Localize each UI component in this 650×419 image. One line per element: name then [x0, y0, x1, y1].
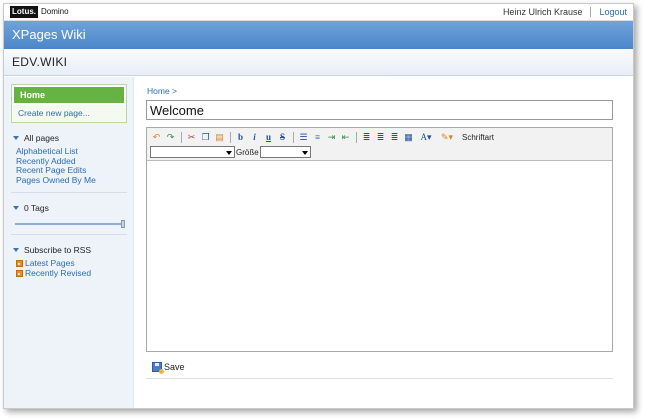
tags-heading: 0 Tags: [24, 203, 49, 213]
outdent-icon[interactable]: ⇤: [339, 131, 352, 143]
user-area: Heinz Ulrich Krause Logout: [503, 7, 627, 17]
toolbar-separator: [293, 131, 294, 143]
rss-icon: [16, 260, 23, 268]
toolbar-row-2: Größe: [150, 146, 609, 158]
chevron-down-icon: [301, 151, 308, 155]
align-left-icon[interactable]: ≣: [360, 131, 373, 143]
tag-cloud-slider[interactable]: [15, 220, 125, 228]
copy-icon[interactable]: ❐: [199, 131, 212, 143]
bold-icon[interactable]: b: [234, 131, 247, 143]
breadcrumb[interactable]: Home >: [147, 86, 619, 96]
toolbar-separator: [230, 131, 231, 143]
logo-domino: Domino: [41, 7, 69, 16]
nav-home[interactable]: Home: [14, 87, 124, 103]
browser-window: Lotus. Domino Heinz Ulrich Krause Logout…: [3, 3, 634, 409]
rss-heading: Subscribe to RSS: [24, 245, 92, 255]
font-label: Schriftart: [462, 132, 495, 142]
nav-box: Home Create new page...: [11, 84, 127, 123]
font-select[interactable]: [150, 146, 235, 158]
size-label: Größe: [236, 147, 259, 157]
undo-icon[interactable]: ↶: [150, 131, 163, 143]
triangle-down-icon: [13, 248, 19, 252]
database-title: EDV.WIKI: [4, 49, 633, 76]
size-select[interactable]: [259, 146, 311, 158]
slider-track: [15, 223, 123, 225]
rss-icon: [16, 269, 23, 277]
all-pages-links: Alphabetical List Recently Added Recent …: [11, 146, 127, 186]
numbered-list-icon[interactable]: ☰: [297, 131, 310, 143]
tags-section: 0 Tags: [11, 203, 127, 235]
save-button[interactable]: Save: [152, 361, 185, 374]
tags-toggle[interactable]: 0 Tags: [11, 203, 127, 213]
user-name: Heinz Ulrich Krause: [502, 7, 583, 17]
lotus-domino-logo: Lotus. Domino: [10, 6, 72, 18]
indent-icon[interactable]: ⇥: [325, 131, 338, 143]
cut-icon[interactable]: ✂: [185, 131, 198, 143]
logout-link[interactable]: Logout: [599, 7, 627, 17]
slider-handle[interactable]: [121, 220, 125, 228]
strikethrough-icon[interactable]: S: [276, 131, 289, 143]
rss-toggle[interactable]: Subscribe to RSS: [11, 245, 127, 255]
text-color-icon[interactable]: A▾: [416, 131, 436, 143]
triangle-down-icon: [13, 206, 19, 210]
top-bar: Lotus. Domino Heinz Ulrich Krause Logout: [4, 4, 633, 21]
rss-recently-revised[interactable]: Recently Revised: [16, 267, 127, 279]
paste-icon[interactable]: ▤: [213, 131, 226, 143]
link-pages-owned-by-me[interactable]: Pages Owned By Me: [16, 175, 127, 186]
toolbar-separator: [356, 131, 357, 143]
editor-toolbar: ↶ ↷ ✂ ❐ ▤ b i u S ☰ ≡ ⇥ ⇤ ≣ ≣ ≣ ▦ A▾ ✎▾ …: [147, 128, 612, 161]
bulleted-list-icon[interactable]: ≡: [311, 131, 324, 143]
all-pages-section: All pages Alphabetical List Recently Add…: [11, 133, 127, 193]
highlight-icon[interactable]: ✎▾: [437, 131, 457, 143]
save-label: Save: [164, 361, 185, 372]
create-page-link[interactable]: Create new page...: [12, 105, 126, 122]
toolbar-row-1: ↶ ↷ ✂ ❐ ▤ b i u S ☰ ≡ ⇥ ⇤ ≣ ≣ ≣ ▦ A▾ ✎▾ …: [150, 130, 609, 144]
all-pages-heading: All pages: [24, 133, 59, 143]
content-area: Home Create new page... All pages Alphab…: [4, 77, 633, 408]
editor-content-area[interactable]: [147, 161, 612, 351]
app-title: XPages Wiki: [4, 21, 633, 49]
toolbar-separator: [181, 131, 182, 143]
logo-lotus: Lotus.: [10, 6, 38, 18]
italic-icon[interactable]: i: [248, 131, 261, 143]
main-panel: Home > ↶ ↷ ✂ ❐ ▤ b i u S: [134, 77, 633, 408]
divider: [590, 7, 592, 17]
justify-icon[interactable]: ▦: [402, 131, 415, 143]
chevron-down-icon: [226, 151, 232, 155]
triangle-down-icon: [13, 136, 19, 140]
underline-icon[interactable]: u: [262, 131, 275, 143]
sidebar: Home Create new page... All pages Alphab…: [4, 77, 134, 408]
align-center-icon[interactable]: ≣: [374, 131, 387, 143]
rss-links: Latest Pages Recently Revised: [11, 258, 127, 279]
all-pages-toggle[interactable]: All pages: [11, 133, 127, 143]
rich-text-editor: ↶ ↷ ✂ ❐ ▤ b i u S ☰ ≡ ⇥ ⇤ ≣ ≣ ≣ ▦ A▾ ✎▾ …: [146, 127, 613, 352]
save-icon: [152, 361, 164, 374]
align-right-icon[interactable]: ≣: [388, 131, 401, 143]
rss-recently-revised-label: Recently Revised: [25, 267, 92, 278]
page-title-input[interactable]: [146, 100, 613, 120]
redo-icon[interactable]: ↷: [164, 131, 177, 143]
save-row: Save: [146, 355, 613, 379]
rss-section: Subscribe to RSS Latest Pages Recently R…: [11, 245, 127, 285]
